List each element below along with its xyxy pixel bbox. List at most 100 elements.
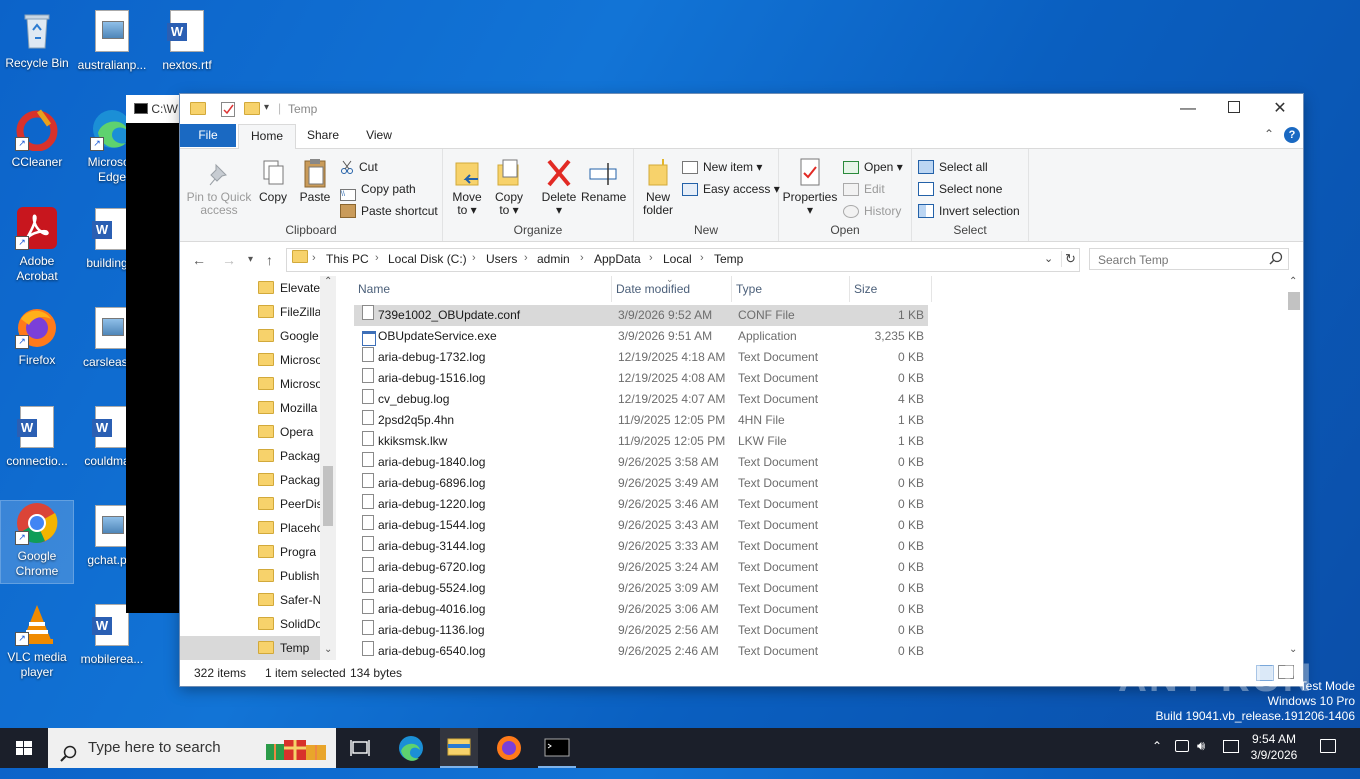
nav-folder-item[interactable]: Placeho (258, 516, 320, 540)
scroll-up-arrow-icon[interactable]: ⌃ (1289, 276, 1297, 287)
taskbar-firefox-button[interactable] (490, 728, 528, 768)
file-row[interactable]: aria-debug-6896.log 9/26/2025 3:49 AM Text… (354, 473, 928, 494)
file-row[interactable]: aria-debug-1136.log 9/26/2025 2:56 AM Text… (354, 620, 928, 641)
notifications-icon[interactable] (1320, 739, 1336, 753)
copy-path-button[interactable]: \\ Copy path (340, 179, 416, 201)
file-row[interactable]: 739e1002_OBUpdate.conf 3/9/2026 9:52 AM CO… (354, 305, 928, 326)
address-dropdown-icon[interactable]: ⌄ (1044, 252, 1053, 265)
nav-folder-item[interactable]: Google (258, 324, 320, 348)
explorer-window[interactable]: ▾ | Temp — ✕ File Home Share View ⌃ ? Pi… (180, 94, 1303, 686)
desktop-icon-firefox[interactable]: ↗ Firefox (1, 305, 73, 368)
invert-selection-button[interactable]: Invert selection (918, 201, 1020, 221)
file-row[interactable]: aria-debug-6720.log 9/26/2025 3:24 AM Text… (354, 557, 928, 578)
nav-folder-item[interactable]: Opera (258, 420, 320, 444)
desktop-icon-australianp[interactable]: australianp... (76, 8, 148, 73)
nav-folder-item[interactable]: PeerDis (258, 492, 320, 516)
forward-arrow-icon[interactable]: → (222, 252, 236, 268)
select-all-button[interactable]: Select all (918, 157, 988, 177)
select-none-button[interactable]: Select none (918, 179, 1002, 199)
history-button[interactable]: History (843, 201, 901, 221)
file-row[interactable]: aria-debug-4016.log 9/26/2025 3:06 AM Text… (354, 599, 928, 620)
file-row[interactable]: aria-debug-3144.log 9/26/2025 3:33 AM Text… (354, 536, 928, 557)
tab-view[interactable]: View (354, 124, 404, 147)
nav-folder-item[interactable]: Microso (258, 348, 320, 372)
start-button[interactable] (0, 728, 48, 768)
breadcrumb-this-pc[interactable]: This PC (326, 252, 369, 266)
edit-button[interactable]: Edit (843, 179, 885, 199)
taskbar-explorer-button[interactable] (440, 728, 478, 768)
file-row[interactable]: cv_debug.log 12/19/2025 4:07 AM Text Docum… (354, 389, 928, 410)
minimize-button[interactable]: — (1165, 94, 1211, 124)
file-row[interactable]: OBUpdateService.exe 3/9/2026 9:51 AM Appli… (354, 326, 928, 347)
breadcrumb-users[interactable]: Users (486, 252, 517, 266)
scroll-down-arrow-icon[interactable]: ⌄ (1289, 644, 1297, 655)
column-header-size[interactable]: Size (850, 276, 932, 302)
file-list[interactable]: Name Date modified ⌄ Type Size 739e1002_O… (354, 274, 1303, 660)
recent-locations-icon[interactable]: ▾ (248, 254, 253, 265)
desktop-icon-connectio[interactable]: W connectio... (1, 404, 73, 469)
delete-button[interactable]: Delete ▾ (539, 157, 579, 217)
properties-button[interactable]: Properties ▾ (781, 157, 839, 217)
nav-folder-item[interactable]: Packag (258, 444, 320, 468)
scroll-thumb[interactable] (323, 466, 333, 526)
nav-folder-item[interactable]: Safer-N (258, 588, 320, 612)
desktop-icon-acrobat[interactable]: ↗ Adobe Acrobat (1, 206, 73, 284)
new-folder-quick-icon[interactable] (244, 102, 260, 115)
customize-quick-access-icon[interactable]: ▾ (264, 102, 269, 113)
nav-folder-item[interactable]: Publish (258, 564, 320, 588)
nav-folder-item[interactable]: Progra (258, 540, 320, 564)
file-row[interactable]: 2psd2q5p.4hn 11/9/2025 12:05 PM 4HN File 1 … (354, 410, 928, 431)
move-to-button[interactable]: Move to ▾ (449, 157, 485, 217)
column-header-type[interactable]: Type (732, 276, 850, 302)
breadcrumb-admin[interactable]: admin (537, 252, 570, 266)
properties-quick-icon[interactable] (221, 102, 235, 117)
file-row[interactable]: aria-debug-1544.log 9/26/2025 3:43 AM Text… (354, 515, 928, 536)
network-icon[interactable] (1223, 740, 1239, 753)
taskbar-edge-button[interactable] (392, 728, 430, 768)
copy-button[interactable]: Copy (254, 157, 292, 204)
up-arrow-icon[interactable]: ↑ (266, 252, 273, 268)
back-arrow-icon[interactable]: ← (192, 252, 206, 268)
nav-folder-item[interactable]: Mozilla (258, 396, 320, 420)
task-view-button[interactable] (343, 728, 379, 768)
taskbar-clock[interactable]: 9:54 AM 3/9/2026 (1246, 731, 1302, 763)
address-bar[interactable]: › This PC › Local Disk (C:) › Users › ad… (286, 248, 1080, 272)
tab-file[interactable]: File (180, 124, 236, 147)
desktop-icon-recycle-bin[interactable]: Recycle Bin (1, 8, 73, 71)
file-row[interactable]: aria-debug-1220.log 9/26/2025 3:46 AM Text… (354, 494, 928, 515)
nav-folder-item[interactable]: Elevate (258, 276, 320, 300)
collapse-ribbon-icon[interactable]: ⌃ (1264, 127, 1274, 141)
desktop-icon-vlc[interactable]: ↗ VLC media player (1, 602, 73, 680)
open-button[interactable]: Open ▾ (843, 157, 903, 177)
breadcrumb-appdata[interactable]: AppData (594, 252, 641, 266)
pin-quick-access-button[interactable]: Pin to Quick access (186, 157, 252, 217)
nav-folder-item[interactable]: Temp (180, 636, 320, 660)
copy-to-button[interactable]: Copy to ▾ (491, 157, 527, 217)
paste-button[interactable]: Paste (296, 157, 334, 204)
tab-home[interactable]: Home (238, 124, 296, 149)
cmd-titlebar[interactable]: C:\W (126, 95, 186, 123)
nav-folder-item[interactable]: SolidDo (258, 612, 320, 636)
nav-folder-item[interactable]: FileZilla (258, 300, 320, 324)
column-header-date[interactable]: Date modified ⌄ (612, 274, 732, 302)
taskbar-cmd-button[interactable] (538, 728, 576, 768)
paste-shortcut-button[interactable]: Paste shortcut (340, 201, 438, 221)
scroll-down-arrow-icon[interactable]: ⌄ (324, 644, 332, 655)
file-row[interactable]: kkiksmsk.lkw 11/9/2025 12:05 PM LKW File 1 … (354, 431, 928, 452)
new-folder-button[interactable]: New folder (638, 157, 678, 217)
file-row[interactable]: aria-debug-1732.log 12/19/2025 4:18 AM Tex… (354, 347, 928, 368)
explorer-titlebar[interactable]: ▾ | Temp — ✕ (180, 94, 1303, 124)
desktop-icon-ccleaner[interactable]: ↗ CCleaner (1, 107, 73, 170)
file-row[interactable]: aria-debug-1840.log 9/26/2025 3:58 AM Text… (354, 452, 928, 473)
nav-folder-item[interactable]: Microso (258, 372, 320, 396)
column-header-name[interactable]: Name (354, 276, 612, 302)
desktop-icon-chrome[interactable]: ↗ Google Chrome (0, 500, 74, 584)
desktop-icon-nextos[interactable]: W nextos.rtf (151, 8, 223, 73)
rename-button[interactable]: Rename (581, 157, 626, 204)
scroll-up-arrow-icon[interactable]: ⌃ (324, 276, 332, 287)
nav-folder-item[interactable]: Packag (258, 468, 320, 492)
easy-access-button[interactable]: Easy access ▾ (682, 179, 780, 199)
tab-share[interactable]: Share (298, 124, 348, 147)
show-hidden-icons-icon[interactable]: ⌃ (1152, 739, 1162, 753)
vertical-scrollbar[interactable]: ⌃ ⌄ (1285, 276, 1303, 660)
